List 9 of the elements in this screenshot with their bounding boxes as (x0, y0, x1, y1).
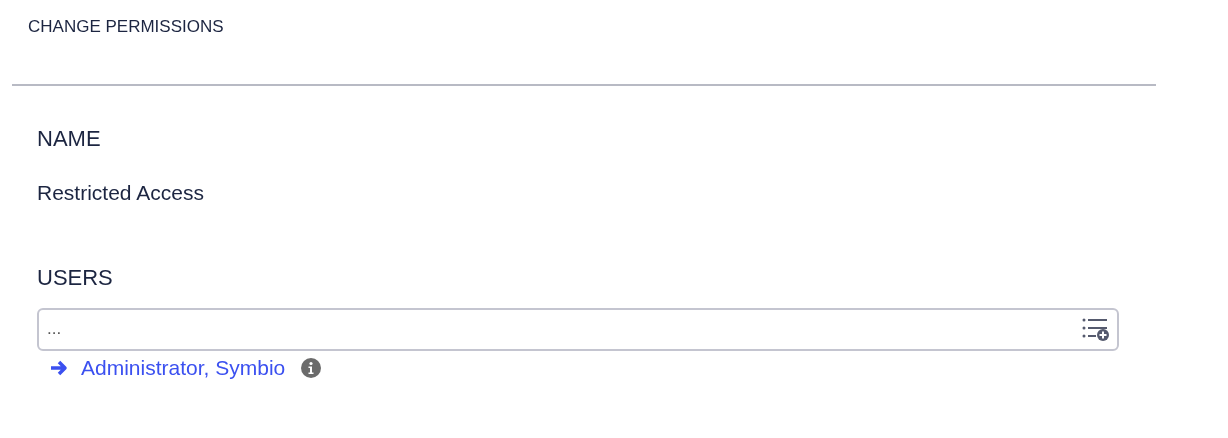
field-value: Restricted Access (37, 180, 204, 206)
info-icon[interactable] (301, 357, 322, 378)
users-field[interactable]: ... (37, 307, 1119, 351)
user-link[interactable]: Administrator, Symbio (81, 351, 286, 384)
arrow-icon (49, 359, 69, 376)
field-label: NAME (37, 125, 101, 153)
field-label: USERS (37, 263, 113, 292)
page-title: CHANGE PERMISSIONS (28, 16, 224, 38)
add-list-icon[interactable] (1081, 316, 1111, 341)
